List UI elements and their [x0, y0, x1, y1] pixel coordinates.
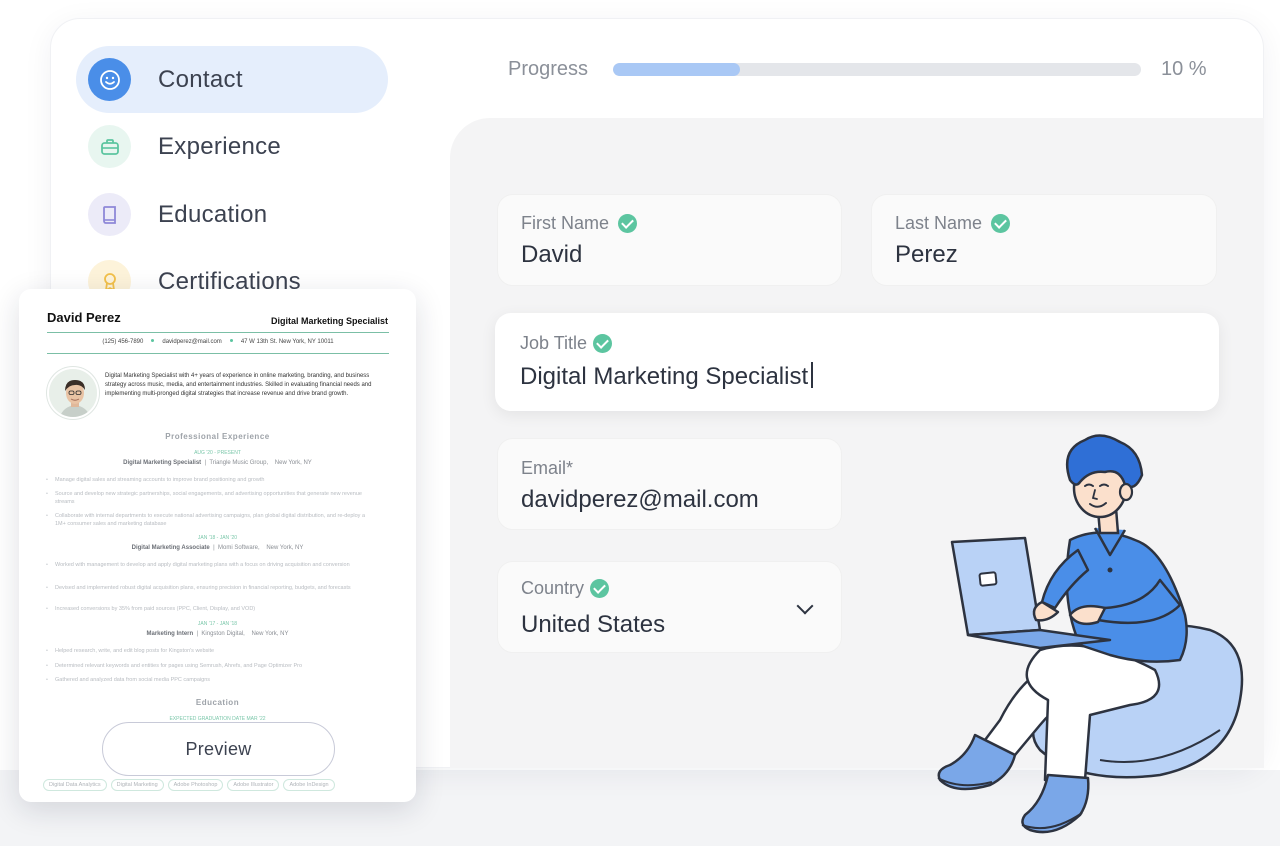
resume-summary: Digital Marketing Specialist with 4+ yea… [105, 373, 372, 397]
resume-bullet: Source and develop new strategic partner… [46, 490, 375, 506]
sidebar-item-label: Education [158, 200, 268, 228]
resume-job-heading: Digital Marketing Associate | Momi Softw… [131, 545, 304, 551]
progress-bar [613, 63, 1141, 76]
resume-bullet: Worked with management to develop and ap… [46, 561, 375, 569]
skill-tag: Digital Marketing [110, 779, 164, 791]
briefcase-icon [88, 125, 131, 168]
email-label: Email* [521, 458, 574, 478]
skill-tag: Adobe Illustrator [227, 779, 280, 791]
resume-job-dates: JAN '18 - JAN '20 [197, 535, 238, 541]
sidebar-item-label: Contact [158, 65, 243, 93]
divider [47, 353, 389, 354]
resume-job-dates: AUG '20 - PRESENT [194, 450, 241, 456]
job-title-field[interactable]: Job Title Digital Marketing Specialist [495, 313, 1219, 411]
skill-tag: Adobe Photoshop [167, 779, 224, 791]
check-icon [593, 334, 613, 353]
resume-bullet: Collaborate with internal departments to… [46, 512, 375, 528]
resume-bullet: Devised and implemented robust digital a… [46, 584, 375, 592]
progress-percent: 10 % [1161, 58, 1207, 80]
sidebar-item-contact[interactable]: Contact [76, 46, 388, 113]
skill-tag: Digital Data Analytics [43, 779, 107, 791]
book-icon [88, 193, 131, 236]
last-name-field[interactable]: Last Name Perez [871, 194, 1217, 286]
check-icon [590, 579, 610, 598]
country-select[interactable]: Country United States [497, 561, 842, 653]
resume-bullet: Increased conversions by 35% from paid s… [46, 605, 375, 613]
check-icon [991, 214, 1011, 233]
text-caret [811, 362, 813, 388]
resume-job-heading: Digital Marketing Specialist | Triangle … [123, 460, 312, 466]
last-name-label: Last Name [895, 213, 1011, 234]
sidebar-item-education[interactable]: Education [76, 181, 388, 248]
preview-button[interactable]: Preview [102, 722, 335, 776]
progress-label: Progress [508, 58, 589, 80]
resume-title: Digital Marketing Specialist [270, 316, 388, 326]
skill-tag: Adobe InDesign [283, 779, 335, 791]
resume-bullet: Determined relevant keywords and entitie… [46, 662, 375, 670]
sidebar-item-label: Experience [158, 132, 282, 160]
country-label: Country [521, 578, 610, 599]
resume-job-dates: JAN '17 - JAN '18 [197, 621, 238, 627]
first-name-label: First Name [521, 213, 638, 234]
country-value: United States [521, 611, 666, 638]
email-field[interactable]: Email* davidperez@mail.com [497, 438, 842, 530]
progress-fill [613, 63, 740, 76]
last-name-value[interactable]: Perez [895, 241, 958, 269]
resume-contact-line: (125) 456-7890 davidperez@mail.com 47 W 13… [102, 339, 334, 345]
divider [47, 332, 389, 333]
job-title-value[interactable]: Digital Marketing Specialist [520, 362, 813, 391]
resume-job-heading: Marketing Intern | Kingston Digital, New… [146, 631, 289, 637]
job-title-label: Job Title [520, 333, 613, 354]
first-name-value[interactable]: David [521, 241, 582, 269]
person-with-laptop-illustration [937, 434, 1244, 834]
chevron-down-icon[interactable] [796, 597, 814, 615]
smiley-icon [88, 58, 131, 101]
resume-section-heading: Professional Experience [165, 432, 270, 441]
first-name-field[interactable]: First Name David [497, 194, 842, 286]
check-icon [618, 214, 638, 233]
resume-name: David Perez [47, 310, 121, 325]
resume-skills: Digital Data Analytics Digital Marketing… [43, 779, 335, 791]
resume-bullet: Helped research, write, and edit blog po… [46, 647, 375, 655]
sidebar-item-experience[interactable]: Experience [76, 113, 388, 180]
resume-section-heading: Education [195, 698, 240, 707]
email-value[interactable]: davidperez@mail.com [521, 486, 759, 514]
resume-bullet: Manage digital sales and streaming accou… [46, 476, 375, 484]
avatar [47, 367, 99, 419]
resume-preview-card: David Perez Digital Marketing Specialist… [19, 289, 416, 802]
resume-bullet: Gathered and analyzed data from social m… [46, 676, 375, 684]
